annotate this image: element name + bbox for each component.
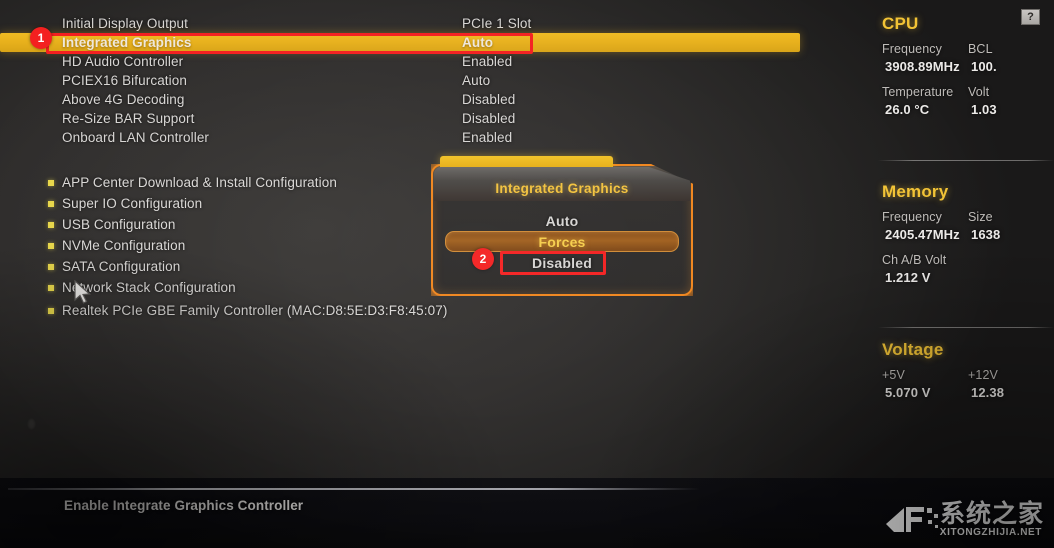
memory-chab-volt-value: 1.212 V [885,270,931,285]
popup-option-auto[interactable]: Auto [431,210,693,231]
memory-size-value: 1638 [971,227,1001,242]
setting-label: Integrated Graphics [62,35,192,50]
setting-row-pciex16-bifurcation[interactable]: PCIEX16 Bifurcation Auto [0,71,820,90]
cpu-frequency-value: 3908.89MHz [885,59,960,74]
setting-value: Auto [462,35,494,50]
mouse-cursor [74,280,91,304]
setting-value: Disabled [462,92,516,107]
section-header-memory: Memory [882,182,949,201]
integrated-graphics-popup: Integrated Graphics Auto Forces Disabled [431,156,693,296]
memory-metrics: Frequency 2405.47MHz Ch A/B Volt 1.212 V… [862,210,1054,285]
setting-value: Enabled [462,130,513,145]
memory-metrics-col-right: Size 1638 [968,210,1054,285]
setting-label: Initial Display Output [62,16,189,31]
voltage-metrics-col-left: +5V 5.070 V [882,368,968,400]
watermark-logo-icon [886,507,938,532]
bullet-icon [48,284,54,291]
voltage-metrics-col-right: +12V 12.38 [968,368,1054,400]
memory-frequency-value: 2405.47MHz [885,227,960,242]
section-header-voltage: Voltage [882,340,944,359]
voltage-5v-value: 5.070 V [885,385,931,400]
settings-list: Initial Display Output PCIe 1 Slot Integ… [0,14,820,147]
setting-row-onboard-lan-controller[interactable]: Onboard LAN Controller Enabled [0,128,820,147]
voltage-12v-label: +12V [968,368,998,382]
cpu-temperature-label: Temperature [882,85,954,99]
submenu-label: Realtek PCIe GBE Family Controller (MAC:… [62,303,448,318]
voltage-12v-value: 12.38 [971,385,1005,400]
setting-value: Disabled [462,111,516,126]
submenu-label: USB Configuration [62,217,176,232]
submenu-label: NVMe Configuration [62,238,186,253]
watermark-chinese-text: 系统之家 [939,500,1044,528]
footer-help-text: Enable Integrate Graphics Controller [64,498,304,513]
submenu-label: Super IO Configuration [62,196,203,211]
setting-value: Enabled [462,54,513,69]
voltage-metrics: +5V 5.070 V +12V 12.38 [862,368,1054,400]
cpu-metrics: Frequency 3908.89MHz Temperature 26.0 °C… [862,42,1054,117]
cpu-metrics-col-right: BCL 100. Volt 1.03 [968,42,1054,117]
footer-divider [8,488,700,490]
sidebar-separator-2 [878,327,1054,328]
setting-row-hd-audio-controller[interactable]: HD Audio Controller Enabled [0,52,820,71]
setting-label: Re-Size BAR Support [62,111,195,126]
cpu-voltage-label: Volt [968,85,990,99]
popup-titlebar: Integrated Graphics [434,167,690,201]
sidebar-section-cpu: CPU Frequency 3908.89MHz Temperature 26.… [862,14,1054,117]
memory-metrics-col-left: Frequency 2405.47MHz Ch A/B Volt 1.212 V [882,210,968,285]
cpu-temperature-value: 26.0 °C [885,102,930,117]
setting-label: Onboard LAN Controller [62,130,210,145]
sidebar-separator-1 [878,160,1054,161]
popup-options: Auto Forces Disabled [431,202,693,296]
popup-top-tab [440,156,613,168]
memory-size-label: Size [968,210,993,224]
bullet-icon [48,221,54,228]
lens-artifact [27,418,36,430]
setting-label: HD Audio Controller [62,54,184,69]
annotation-badge-2: 2 [472,248,494,270]
sidebar-section-voltage: Voltage +5V 5.070 V +12V 12.38 [862,340,1054,400]
watermark: 系统之家 XITONGZHIJIA.NET [880,490,1048,546]
watermark-english-text: XITONGZHIJIA.NET [939,527,1042,538]
annotation-badge-1: 1 [30,27,52,49]
help-icon[interactable]: ? [1021,9,1040,25]
setting-label: PCIEX16 Bifurcation [62,73,187,88]
hardware-monitor-sidebar: CPU Frequency 3908.89MHz Temperature 26.… [862,0,1054,470]
setting-row-initial-display-output[interactable]: Initial Display Output PCIe 1 Slot [0,14,820,33]
bullet-icon [48,242,54,249]
submenu-label: SATA Configuration [62,259,181,274]
bullet-icon [48,263,54,270]
setting-label: Above 4G Decoding [62,92,185,107]
memory-chab-volt-label: Ch A/B Volt [882,253,947,267]
memory-frequency-label: Frequency [882,210,942,224]
cpu-frequency-label: Frequency [882,42,942,56]
cpu-metrics-col-left: Frequency 3908.89MHz Temperature 26.0 °C [882,42,968,117]
bullet-icon [48,200,54,207]
setting-value: PCIe 1 Slot [462,16,532,31]
setting-row-above-4g-decoding[interactable]: Above 4G Decoding Disabled [0,90,820,109]
bios-screen: Initial Display Output PCIe 1 Slot Integ… [0,0,1054,548]
cpu-bclk-label: BCL [968,42,993,56]
cpu-bclk-value: 100. [971,59,997,74]
bullet-icon [48,307,54,314]
popup-title: Integrated Graphics [495,180,629,196]
sidebar-section-memory: Memory Frequency 2405.47MHz Ch A/B Volt … [862,182,1054,285]
voltage-5v-label: +5V [882,368,905,382]
submenu-label: APP Center Download & Install Configurat… [62,175,337,190]
setting-row-integrated-graphics[interactable]: Integrated Graphics Auto [0,33,800,52]
setting-row-resize-bar-support[interactable]: Re-Size BAR Support Disabled [0,109,820,128]
setting-value: Auto [462,73,491,88]
cpu-voltage-value: 1.03 [971,102,997,117]
bullet-icon [48,179,54,186]
submenu-item-realtek-nic[interactable]: Realtek PCIe GBE Family Controller (MAC:… [0,300,447,321]
popup-option-disabled[interactable]: Disabled [431,252,693,273]
